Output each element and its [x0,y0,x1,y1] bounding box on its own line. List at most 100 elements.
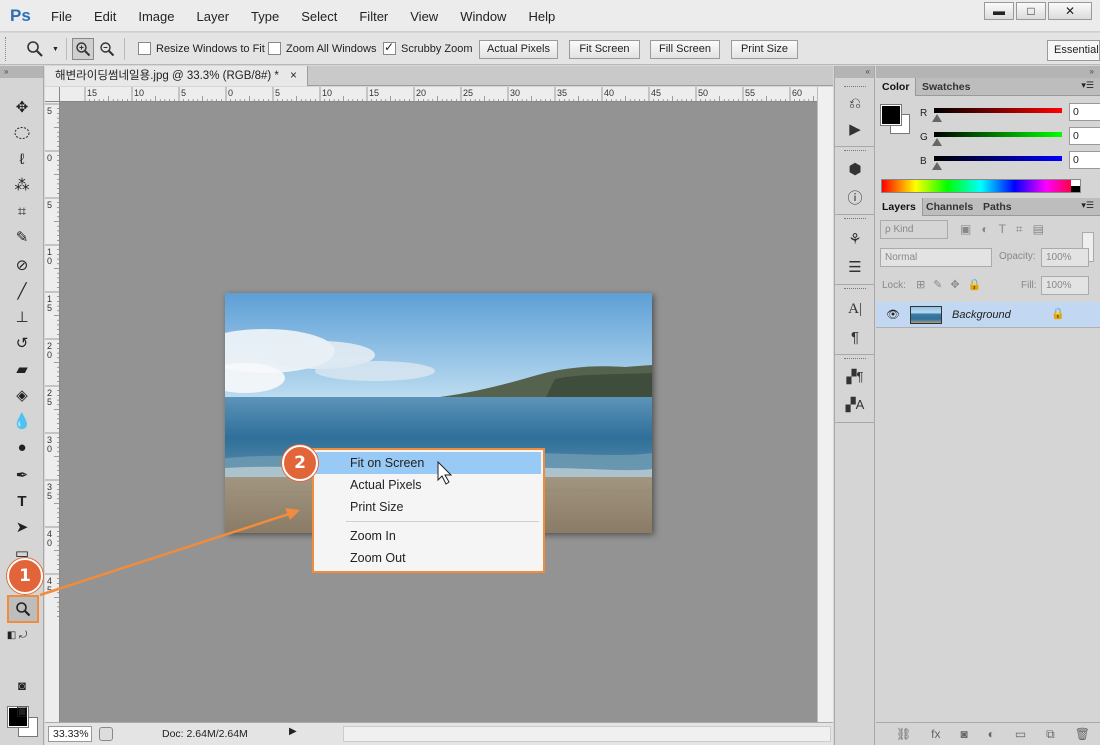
fit-screen-button[interactable]: Fit Screen [569,40,640,59]
tab-color[interactable]: Color [876,78,917,96]
adjustment-layer-icon[interactable]: ◐ [988,727,995,741]
black-white-ramp[interactable] [1071,180,1080,192]
maximize-button[interactable]: □ [1016,2,1046,20]
actions-icon[interactable]: ▶ [843,118,867,140]
new-group-icon[interactable]: ▭ [1015,727,1026,741]
close-button[interactable]: ✕ [1048,2,1092,20]
menu-type[interactable]: Type [240,0,290,32]
eye-icon[interactable]: 👁 [886,308,900,321]
slider-thumb-icon[interactable] [932,138,942,146]
red-track[interactable] [934,108,1062,113]
resize-windows-checkbox[interactable]: Resize Windows to Fit [138,42,265,55]
screen-mode-icon[interactable]: ▣ [11,700,33,722]
layer-style-icon[interactable]: fx [931,727,940,741]
panel-menu-icon[interactable]: ▾☰ [1081,200,1094,211]
eraser-tool-icon[interactable]: ▰ [11,358,33,380]
character-styles-icon[interactable]: ▞A [843,394,867,416]
blur-tool-icon[interactable]: 💧 [11,410,33,432]
strip-grip[interactable] [844,218,866,221]
brush-presets-icon[interactable]: ⚘ [843,228,867,250]
menu-select[interactable]: Select [290,0,348,32]
layer-kind-filter[interactable]: ρ Kind [880,220,948,239]
default-colors-icon[interactable]: ◧ ⤾ [6,624,28,646]
layer-row-background[interactable]: 👁 Background 🔒 [876,302,1100,328]
options-bar-grip[interactable] [5,37,8,61]
zoom-tool-button[interactable] [7,595,39,623]
new-layer-icon[interactable]: ⧉ [1046,727,1055,742]
quick-mask-icon[interactable]: ◙ [11,674,33,696]
lock-options-icons[interactable]: ⊞✎✥🔒 [916,278,989,291]
quick-selection-tool-icon[interactable]: ⁂ [11,174,33,196]
chevron-down-icon[interactable]: ▼ [52,46,59,53]
panel-menu-icon[interactable]: ▾☰ [1081,80,1094,91]
strip-grip[interactable] [844,86,866,89]
history-brush-tool-icon[interactable]: ↺ [11,332,33,354]
fill-field[interactable]: 100% [1041,276,1089,295]
foreground-color-swatch[interactable] [880,104,902,126]
minimize-button[interactable]: ▬ [984,2,1014,20]
path-selection-tool-icon[interactable]: ➤ [11,516,33,538]
green-value-field[interactable]: 0 [1069,127,1100,145]
menu-image[interactable]: Image [127,0,185,32]
healing-brush-tool-icon[interactable]: ⊘ [11,254,33,276]
horizontal-ruler[interactable]: 15 10 5 0 5 10 15 20 25 30 35 40 45 50 55 60 [60,87,817,102]
document-tab[interactable]: 해변라이딩썸네일용.jpg @ 33.3% (RGB/8#) * × [45,66,308,86]
menu-view[interactable]: View [399,0,449,32]
eyedropper-tool-icon[interactable]: ✎ [11,226,33,248]
zoom-level-field[interactable]: 33.33% [48,726,92,742]
info-icon[interactable]: ⓘ [843,186,867,208]
strip-grip[interactable] [844,150,866,153]
adjustments-icon[interactable]: ☰ [843,256,867,278]
link-layers-icon[interactable]: ⛓ [896,727,911,741]
character-icon[interactable]: A| [843,298,867,320]
marquee-tool-icon[interactable] [11,122,33,144]
slider-thumb-icon[interactable] [932,162,942,170]
slider-thumb-icon[interactable] [932,114,942,122]
crop-tool-icon[interactable]: ⌗ [11,200,33,222]
menu-window[interactable]: Window [449,0,517,32]
blue-track[interactable] [934,156,1062,161]
collapse-icon[interactable]: « [835,66,874,78]
paragraph-styles-icon[interactable]: ▞¶ [843,366,867,388]
type-tool-icon[interactable]: T [11,490,33,512]
ruler-origin[interactable] [45,87,60,102]
menu-filter[interactable]: Filter [348,0,399,32]
zoom-in-mode-button[interactable] [72,38,94,60]
menu-item-actual-pixels[interactable]: Actual Pixels [316,474,541,496]
menu-item-fit-on-screen[interactable]: Fit on Screen [316,452,541,474]
collapse-icon[interactable]: » [876,66,1100,78]
red-value-field[interactable]: 0 [1069,103,1100,121]
move-tool-icon[interactable]: ✥ [11,96,33,118]
tab-paths[interactable]: Paths [977,198,1018,216]
menu-item-zoom-in[interactable]: Zoom In [316,525,541,547]
horizontal-scrollbar[interactable] [343,726,831,742]
blue-slider[interactable]: B 0 [920,151,1100,178]
blue-value-field[interactable]: 0 [1069,151,1100,169]
tab-channels[interactable]: Channels [920,198,979,216]
clone-stamp-tool-icon[interactable]: ⊥ [11,306,33,328]
menu-edit[interactable]: Edit [83,0,127,32]
delete-layer-icon[interactable]: 🗑 [1075,727,1090,741]
menu-layer[interactable]: Layer [186,0,241,32]
tab-layers[interactable]: Layers [876,198,923,216]
history-icon[interactable]: ⎌ [843,92,867,114]
scrubby-zoom-checkbox[interactable]: Scrubby Zoom [383,40,473,55]
play-arrow-icon[interactable]: ▶ [289,726,297,737]
close-tab-icon[interactable]: × [290,70,297,82]
zoom-tool-preset-icon[interactable] [26,40,44,58]
menu-item-print-size[interactable]: Print Size [316,496,541,518]
paragraph-icon[interactable]: ¶ [843,326,867,348]
add-mask-icon[interactable]: ◙ [960,727,967,741]
layer-filter-icons[interactable]: ▣◐T⌗▤ [960,222,1054,237]
checkbox-box[interactable] [138,42,151,55]
menu-item-zoom-out[interactable]: Zoom Out [316,547,541,569]
vertical-scrollbar[interactable] [817,87,833,722]
checkbox-box-checked[interactable] [383,40,396,55]
actual-pixels-button[interactable]: Actual Pixels [479,40,558,59]
dodge-tool-icon[interactable]: ● [11,436,33,458]
fill-screen-button[interactable]: Fill Screen [650,40,720,59]
3d-icon[interactable]: ⬢ [843,158,867,180]
opacity-field[interactable]: 100% [1041,248,1089,267]
collapse-icon[interactable]: » [0,66,43,78]
zoom-out-mode-button[interactable] [96,38,118,60]
